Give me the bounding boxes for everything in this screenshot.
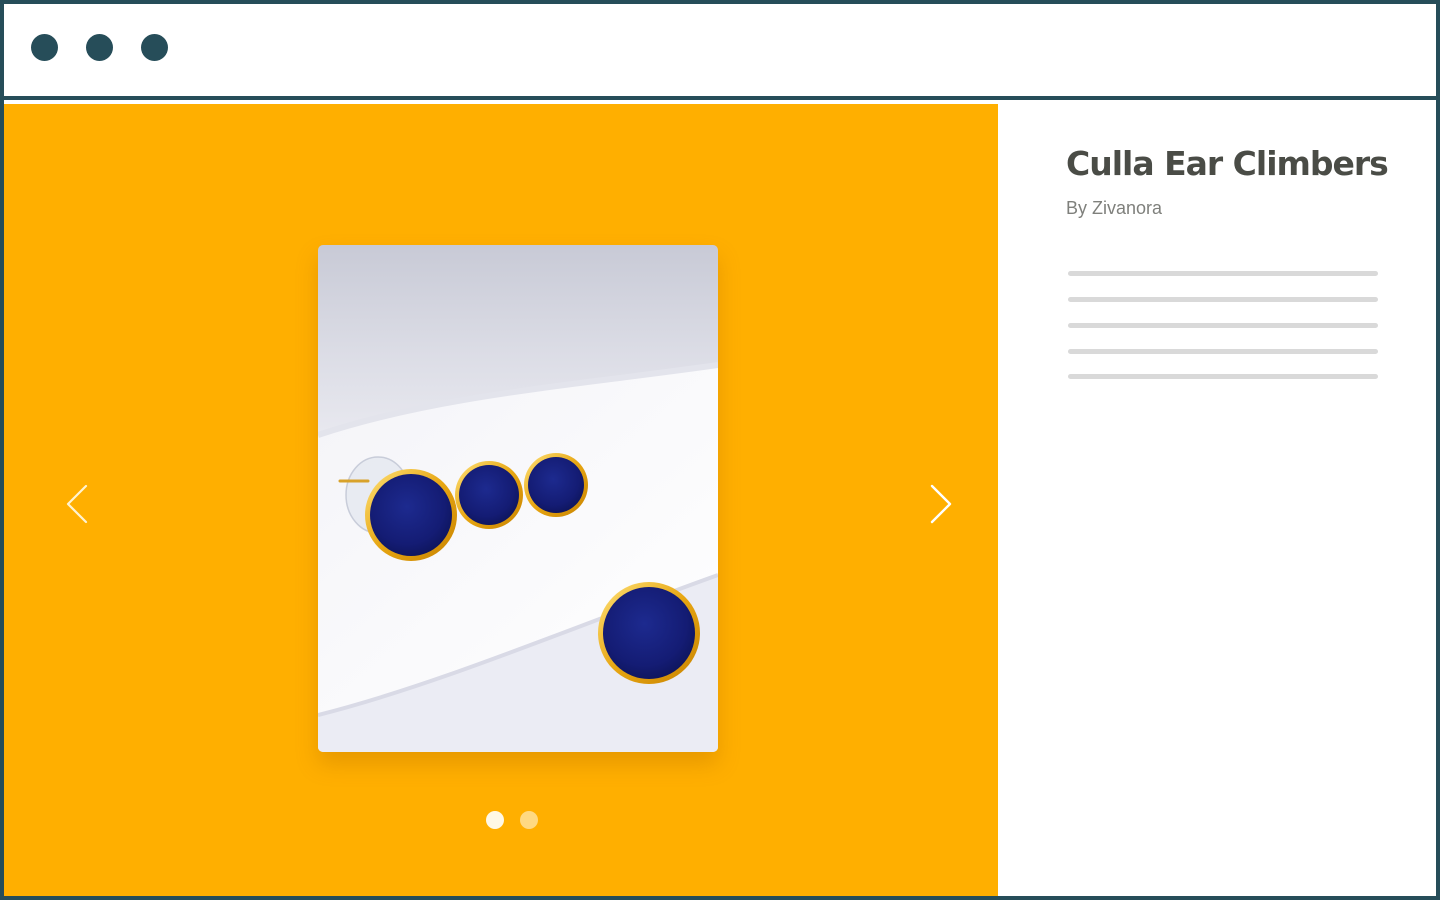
chevron-left-icon — [66, 484, 88, 524]
window-control-dot[interactable] — [86, 34, 113, 61]
window-titlebar — [4, 4, 1436, 100]
product-brand: By Zivanora — [1066, 198, 1163, 218]
product-details-panel: Culla Ear Climbers By Zivanora — [998, 104, 1436, 896]
description-placeholder-line — [1068, 374, 1378, 379]
chevron-right-icon — [930, 484, 952, 524]
window-control-dot[interactable] — [31, 34, 58, 61]
carousel-pagination — [486, 811, 556, 829]
description-placeholder-line — [1068, 323, 1378, 328]
description-placeholder-line — [1068, 349, 1378, 354]
product-gallery — [4, 104, 998, 896]
browser-window: Culla Ear Climbers By Zivanora — [0, 0, 1440, 900]
product-title: Culla Ear Climbers — [1066, 144, 1389, 183]
description-placeholder-line — [1068, 271, 1378, 276]
pagination-dot[interactable] — [520, 811, 538, 829]
earrings-photo — [318, 362, 718, 752]
next-image-button[interactable] — [920, 482, 960, 526]
window-control-dot[interactable] — [141, 34, 168, 61]
product-image[interactable] — [318, 245, 718, 752]
description-placeholder-line — [1068, 297, 1378, 302]
pagination-dot-active[interactable] — [486, 811, 504, 829]
previous-image-button[interactable] — [56, 482, 96, 526]
